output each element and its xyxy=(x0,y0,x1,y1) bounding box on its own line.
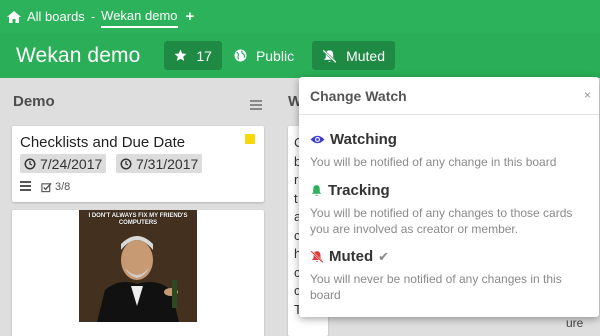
visibility-label: Public xyxy=(255,47,295,64)
tracking-label: Tracking xyxy=(328,182,390,199)
all-boards-link[interactable]: All boards xyxy=(27,9,85,24)
meme-image: I DON'T ALWAYS FIX MY FRIEND'S COMPUTERS xyxy=(79,210,197,322)
start-date: 7/24/2017 xyxy=(40,155,103,172)
due-date: 7/31/2017 xyxy=(136,155,199,172)
card-label-yellow xyxy=(245,134,255,144)
card-badges: 3/8 xyxy=(20,181,70,193)
list-menu-icon[interactable] xyxy=(250,100,262,112)
top-navbar: All boards - Wekan demo + xyxy=(0,0,600,33)
bell-icon xyxy=(311,185,322,196)
card-meme[interactable]: I DON'T ALWAYS FIX MY FRIEND'S COMPUTERS xyxy=(12,210,264,336)
popup-title: Change Watch xyxy=(299,77,599,115)
list-demo: Demo Checklists and Due Date 7/24/2017 7… xyxy=(0,78,272,336)
watch-option-watching[interactable]: Watching You will be notified of any cha… xyxy=(310,131,592,170)
card-checklists[interactable]: Checklists and Due Date 7/24/2017 7/31/2… xyxy=(12,126,264,202)
board-title[interactable]: Wekan demo xyxy=(16,44,140,68)
list-title[interactable]: Demo xyxy=(0,78,272,124)
current-board-tab[interactable]: Wekan demo xyxy=(101,8,178,28)
clock-icon xyxy=(24,158,36,169)
star-button[interactable]: 17 xyxy=(164,41,222,70)
change-watch-popup: Change Watch × Watching You will be noti… xyxy=(299,77,599,317)
visibility-button[interactable]: Public xyxy=(230,41,304,70)
card-title: Checklists and Due Date xyxy=(20,134,186,151)
eye-icon xyxy=(310,135,325,144)
star-count: 17 xyxy=(196,47,212,64)
breadcrumb-separator: - xyxy=(90,9,96,24)
muted-description: You will never be notified of any change… xyxy=(310,272,562,302)
muted-bell-icon xyxy=(322,48,337,63)
start-date-badge[interactable]: 7/24/2017 xyxy=(20,154,107,173)
tracking-description: You will be notified of any changes to t… xyxy=(310,206,573,236)
close-icon[interactable]: × xyxy=(584,88,591,102)
star-icon xyxy=(174,49,187,61)
watch-option-tracking[interactable]: Tracking You will be notified of any cha… xyxy=(310,182,592,237)
partial-card-text: ure xyxy=(566,316,584,330)
muted-bell-icon xyxy=(310,250,324,263)
watch-label: Muted xyxy=(346,47,385,64)
board-header: Wekan demo 17 Public Muted xyxy=(0,33,600,78)
add-board-icon[interactable]: + xyxy=(186,8,195,25)
muted-label: Muted xyxy=(329,248,374,265)
checklist-icon xyxy=(41,182,52,192)
clock-icon xyxy=(120,158,132,169)
selected-check-icon: ✔ xyxy=(378,248,390,264)
meme-caption: I DON'T ALWAYS FIX MY FRIEND'S COMPUTERS xyxy=(88,213,188,226)
watching-description: You will be notified of any change in th… xyxy=(310,155,557,169)
globe-icon xyxy=(234,49,247,62)
watch-button[interactable]: Muted xyxy=(312,41,395,70)
description-icon xyxy=(20,181,31,193)
watching-label: Watching xyxy=(330,131,397,148)
home-icon[interactable] xyxy=(7,10,21,23)
watch-option-muted[interactable]: Muted ✔ You will never be notified of an… xyxy=(310,248,592,303)
checklist-count: 3/8 xyxy=(55,181,71,193)
due-date-badge[interactable]: 7/31/2017 xyxy=(116,154,203,173)
